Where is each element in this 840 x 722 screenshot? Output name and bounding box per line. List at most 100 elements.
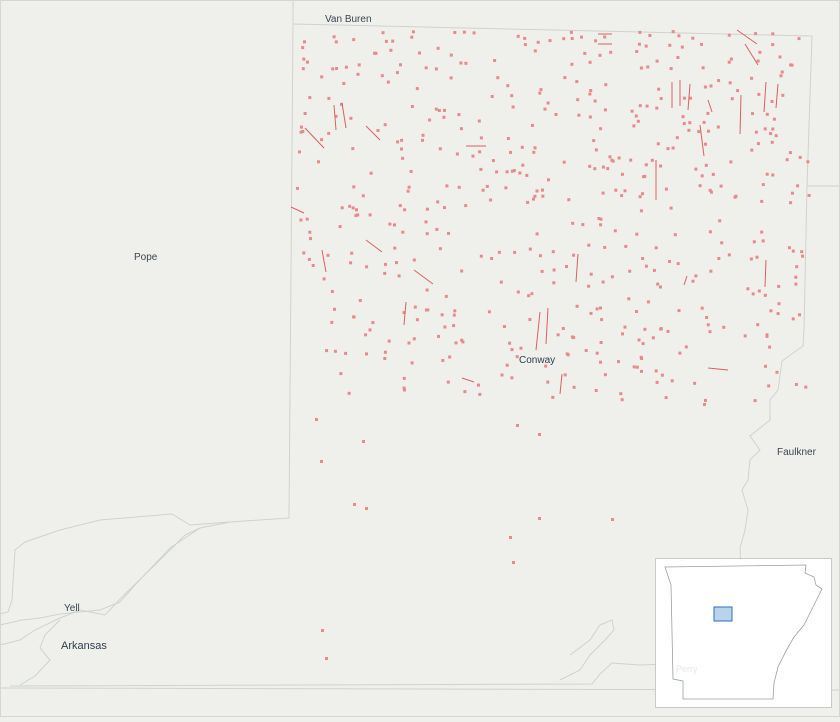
well-point	[449, 76, 453, 80]
well-point	[547, 178, 550, 182]
well-point	[457, 113, 461, 117]
well-point	[765, 334, 769, 338]
well-point	[380, 74, 384, 78]
well-point	[777, 284, 781, 288]
well-point	[709, 190, 713, 194]
well-point	[415, 318, 419, 322]
well-point	[509, 150, 512, 154]
well-point	[327, 131, 331, 135]
well-point	[593, 99, 597, 103]
well-lateral	[304, 127, 325, 149]
well-point	[599, 341, 603, 344]
well-point	[523, 36, 527, 40]
well-point	[519, 346, 523, 350]
well-point	[354, 214, 358, 218]
well-point	[595, 307, 599, 311]
well-point	[709, 84, 713, 88]
well-point	[443, 206, 446, 210]
well-point	[399, 63, 402, 67]
well-point	[800, 250, 804, 254]
well-point	[411, 30, 415, 34]
well-point	[541, 188, 544, 192]
well-point	[603, 373, 607, 377]
well-point	[546, 101, 550, 105]
well-point	[691, 279, 695, 283]
well-point	[717, 79, 721, 83]
well-point	[376, 129, 380, 132]
pope-boundary	[0, 0, 294, 615]
well-point	[505, 170, 509, 174]
well-point	[299, 218, 303, 222]
well-point	[781, 93, 785, 97]
map-canvas[interactable]: Van Buren Pope Faulkner Yell Arkansas Co…	[0, 0, 840, 717]
well-point	[543, 107, 547, 111]
well-point	[776, 312, 780, 316]
well-point	[301, 46, 305, 50]
well-point	[396, 140, 400, 144]
well-point	[673, 233, 677, 237]
well-lateral	[699, 124, 705, 157]
well-point	[599, 127, 603, 131]
well-point	[457, 185, 461, 189]
well-point	[698, 184, 702, 188]
well-point	[728, 81, 732, 85]
well-lateral	[545, 307, 549, 345]
well-point	[551, 395, 555, 399]
well-point	[655, 380, 659, 384]
well-point	[443, 108, 446, 112]
well-point	[352, 185, 356, 189]
well-point	[648, 34, 652, 37]
well-point	[654, 369, 658, 373]
well-lateral	[763, 81, 767, 113]
well-point	[641, 342, 645, 346]
well-point	[302, 251, 306, 255]
well-point	[425, 207, 429, 211]
well-point	[350, 251, 354, 255]
well-point	[335, 67, 339, 70]
well-point	[434, 67, 438, 71]
well-point	[610, 158, 614, 162]
well-point	[575, 80, 579, 84]
well-point	[512, 561, 515, 564]
well-point	[599, 217, 603, 221]
well-lateral	[683, 275, 688, 286]
well-point	[641, 192, 645, 196]
well-point	[303, 40, 306, 44]
well-point	[774, 134, 778, 138]
arkansas-river	[19, 619, 61, 686]
well-point	[387, 339, 391, 343]
well-point	[593, 167, 597, 171]
well-point	[355, 208, 358, 212]
well-point	[587, 284, 591, 288]
well-point	[652, 268, 656, 272]
well-point	[306, 60, 309, 64]
well-point	[688, 121, 692, 125]
perry-boundary-inner	[559, 619, 615, 681]
well-point	[594, 389, 598, 392]
well-point	[614, 188, 618, 192]
well-point	[670, 379, 674, 383]
well-point	[533, 194, 537, 198]
well-point	[588, 60, 592, 64]
well-point	[388, 222, 392, 226]
well-point	[571, 221, 575, 225]
well-point	[531, 123, 534, 127]
well-point	[769, 309, 773, 313]
well-point	[330, 320, 334, 324]
well-point	[395, 71, 399, 75]
well-point	[635, 310, 638, 313]
well-point	[790, 191, 794, 195]
well-point	[588, 164, 592, 168]
well-point	[603, 35, 607, 39]
well-point	[554, 113, 558, 116]
well-point	[349, 261, 353, 265]
well-point	[678, 351, 682, 355]
well-point	[459, 127, 463, 131]
well-point	[567, 198, 571, 202]
well-point	[727, 253, 731, 257]
well-point	[428, 118, 432, 122]
well-point	[707, 129, 710, 133]
well-point	[398, 204, 402, 208]
well-point	[552, 268, 556, 272]
well-point	[438, 147, 442, 151]
